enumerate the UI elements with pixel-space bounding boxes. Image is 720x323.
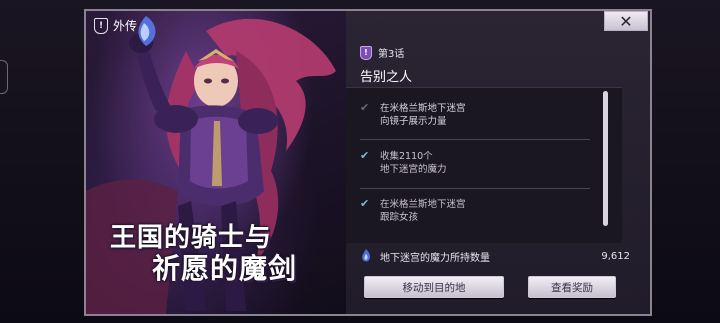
category-tag: ! 外传 bbox=[94, 17, 137, 34]
objective-item: ✔ 在米格兰斯地下迷宫 向镜子展示力量 bbox=[360, 102, 466, 128]
divider bbox=[360, 139, 590, 140]
shield-badge-icon: ! bbox=[94, 17, 108, 34]
story-art: ! 外传 王国的骑士与 祈愿的魔剑 bbox=[86, 11, 346, 314]
objective-line2: 地下迷宫的魔力 bbox=[380, 164, 447, 175]
objective-line1: 在米格兰斯地下迷宫 bbox=[380, 103, 466, 114]
move-to-destination-button[interactable]: 移动到目的地 bbox=[364, 276, 504, 298]
objective-item: ✔ 在米格兰斯地下迷宫 跟踪女孩 bbox=[360, 198, 466, 224]
mana-value: 9,612 bbox=[601, 250, 630, 262]
category-label: 外传 bbox=[113, 19, 138, 33]
checkmark-icon: ✔ bbox=[360, 101, 370, 114]
story-dialog: ! 外传 王国的骑士与 祈愿的魔剑 ✕ ! 第3话 告别之人 ✔ 在米格兰斯地下… bbox=[84, 9, 652, 316]
objective-line2: 向镜子展示力量 bbox=[380, 116, 447, 127]
objective-line2: 跟踪女孩 bbox=[380, 212, 419, 223]
story-info-panel: ✕ ! 第3话 告别之人 ✔ 在米格兰斯地下迷宫 向镜子展示力量 ✔ 收集211… bbox=[346, 11, 650, 314]
divider bbox=[360, 188, 590, 189]
story-title: 告别之人 bbox=[360, 70, 413, 85]
mana-label: 地下迷宫的魔力所持数量 bbox=[380, 252, 490, 264]
checkmark-icon: ✔ bbox=[360, 197, 370, 210]
chapter-badge-icon: ! bbox=[360, 45, 372, 60]
objective-list[interactable]: ✔ 在米格兰斯地下迷宫 向镜子展示力量 ✔ 收集2110个 地下迷宫的魔力 ✔ … bbox=[346, 87, 622, 243]
side-tab[interactable] bbox=[0, 60, 8, 94]
checkmark-icon: ✔ bbox=[360, 149, 370, 162]
story-logo-line2: 祈愿的魔剑 bbox=[152, 252, 298, 285]
close-icon: ✕ bbox=[619, 11, 633, 31]
chapter-header: ! 第3话 bbox=[360, 45, 404, 60]
chapter-label: 第3话 bbox=[378, 49, 405, 60]
scrollbar-thumb[interactable] bbox=[603, 91, 608, 226]
objective-line1: 在米格兰斯地下迷宫 bbox=[380, 199, 466, 210]
blue-flame-icon bbox=[362, 249, 370, 262]
mana-count-row: 地下迷宫的魔力所持数量 9,612 bbox=[360, 247, 630, 265]
close-button[interactable]: ✕ bbox=[604, 11, 648, 31]
objective-item: ✔ 收集2110个 地下迷宫的魔力 bbox=[360, 150, 447, 176]
view-rewards-button[interactable]: 查看奖励 bbox=[528, 276, 616, 298]
objective-line1: 收集2110个 bbox=[380, 151, 433, 162]
